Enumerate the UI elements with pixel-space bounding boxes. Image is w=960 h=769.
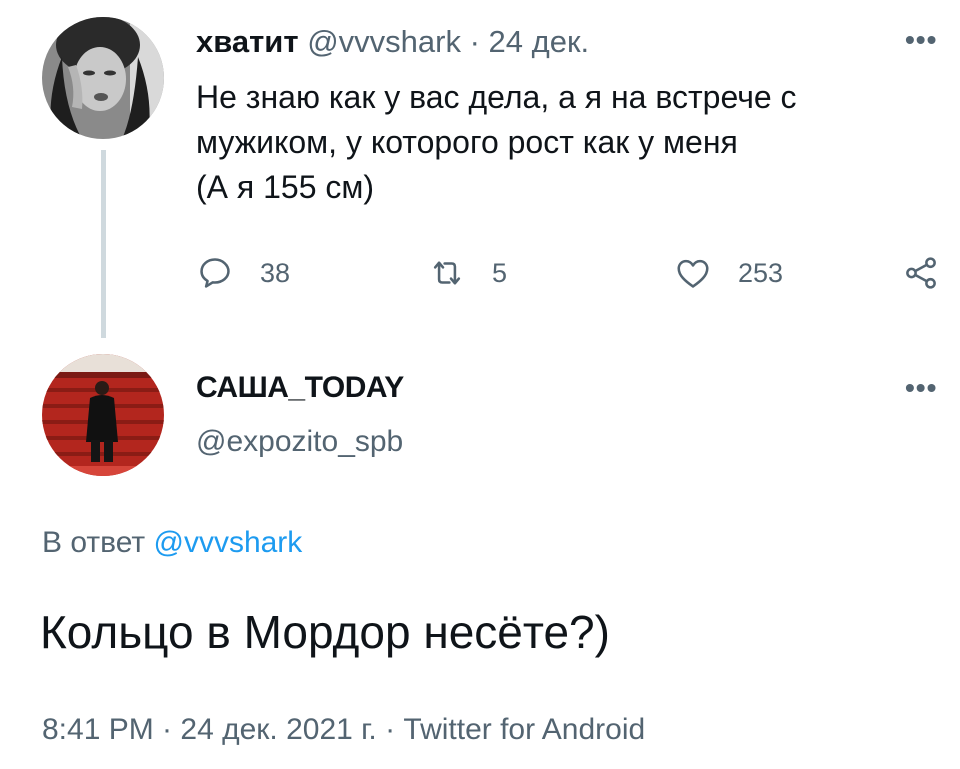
header-separator: · [469, 24, 480, 59]
tweet-text: Не знаю как у вас дела, а я на встрече с… [196, 75, 916, 210]
replying-to-label: В ответ [42, 526, 146, 559]
replying-to-handle-link[interactable]: @vvvshark [153, 526, 302, 559]
more-options-button[interactable]: ••• [905, 26, 937, 54]
share-button[interactable] [902, 254, 940, 292]
thread-connector-line [101, 150, 106, 338]
reply-button[interactable]: 38 [196, 254, 290, 292]
avatar-vvvshark[interactable] [42, 17, 164, 139]
replying-to: В ответ @vvvshark [42, 526, 302, 560]
retweet-icon [433, 261, 461, 285]
tweet-date[interactable]: 24 дек. [489, 24, 590, 59]
tweet-actions: 38 5 253 [196, 254, 956, 294]
more-options-button[interactable]: ••• [905, 374, 937, 402]
retweet-count: 5 [492, 257, 508, 288]
user-handle[interactable]: @vvvshark [307, 24, 461, 59]
retweet-button[interactable]: 5 [428, 254, 507, 292]
tweet-timestamp-source[interactable]: 8:41 PM · 24 дек. 2021 г. · Twitter for … [42, 713, 645, 747]
tweet-header: хватит @vvvshark · 24 дек. [196, 22, 589, 62]
user-handle[interactable]: @expozito_spb [196, 425, 403, 459]
display-name[interactable]: САША_TODAY [196, 371, 404, 405]
main-tweet-text: Кольцо в Мордор несёте?) [40, 606, 610, 658]
share-icon [906, 257, 936, 289]
reply-icon [200, 258, 230, 288]
avatar-expozito-spb[interactable] [42, 354, 164, 476]
avatar-photo-woman [42, 17, 164, 139]
like-button[interactable]: 253 [674, 254, 783, 292]
tweet-text-line: мужиком, у которого рост как у меня [196, 124, 738, 160]
display-name[interactable]: хватит [196, 24, 299, 59]
tweet-text-line: Не знаю как у вас дела, а я на встрече с [196, 79, 797, 115]
heart-icon [677, 259, 709, 288]
avatar-photo-man-cinema [42, 354, 164, 476]
tweet-text-line: (А я 155 см) [196, 169, 375, 205]
like-count: 253 [738, 257, 784, 288]
reply-count: 38 [260, 257, 291, 288]
